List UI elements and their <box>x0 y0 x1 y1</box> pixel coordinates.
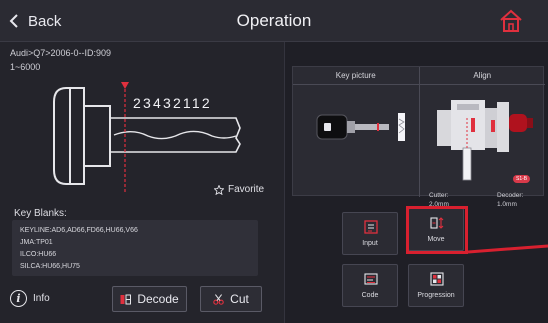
decode-label: Decode <box>137 292 179 306</box>
star-icon <box>214 184 224 195</box>
home-button[interactable] <box>498 8 524 34</box>
decode-icon <box>120 294 132 304</box>
scissors-icon <box>213 293 224 305</box>
key-picture-header: Key picture <box>335 71 376 80</box>
decoder-label: Decoder: <box>497 192 524 199</box>
align-diagram-image <box>437 100 533 181</box>
cut-button[interactable]: Cut <box>200 286 262 312</box>
home-icon <box>500 9 522 32</box>
input-button[interactable]: Input <box>342 212 398 255</box>
cut-code: 23432112 <box>133 95 212 111</box>
bottom-toolbar: i Info Decode Cut <box>0 282 284 323</box>
cut-label: Cut <box>230 292 249 306</box>
input-icon <box>364 220 378 234</box>
top-bar: Back Operation <box>0 0 548 42</box>
align-header: Align <box>418 67 546 84</box>
input-label: Input <box>362 240 378 247</box>
year-range: 1~6000 <box>10 62 41 72</box>
decoder-info: Decoder: 1.0mm <box>497 191 523 209</box>
slot-badge: S1-B <box>513 175 531 183</box>
key-blanks-label: Key Blanks: <box>14 208 67 219</box>
list-item: KEYLINE:AD6,AD66,FD66,HU66,V66 <box>20 227 138 234</box>
vehicle-path: Audi>Q7>2006-0--ID:909 <box>10 48 112 58</box>
code-icon <box>364 273 378 285</box>
key-blanks-list[interactable]: KEYLINE:AD6,AD66,FD66,HU66,V66 JMA:TP01 … <box>12 220 258 276</box>
panel-headers: Key picture Align <box>293 67 545 85</box>
key-detail-panel: Audi>Q7>2006-0--ID:909 1~6000 23432112 F… <box>0 42 284 323</box>
key-align-panel: Key picture Align S1-B Cutter: 2.0mm Dec… <box>292 66 545 208</box>
cutter-label: Cutter: <box>429 192 449 199</box>
list-item: SILCA:HU66,HU75 <box>20 263 80 270</box>
highlight-pointer <box>468 244 548 254</box>
info-button[interactable]: i Info <box>10 290 50 307</box>
decode-button[interactable]: Decode <box>112 286 187 312</box>
code-label: Code <box>361 292 379 299</box>
operation-panel: Key picture Align S1-B Cutter: 2.0mm Dec… <box>284 42 548 323</box>
decoder-value: 1.0mm <box>497 201 517 208</box>
page-title: Operation <box>236 11 312 30</box>
favorite-label: Favorite <box>228 184 265 195</box>
progression-icon <box>430 272 444 286</box>
favorite-button[interactable]: Favorite <box>214 184 264 195</box>
list-item: JMA:TP01 <box>20 239 53 246</box>
progression-label: Progression <box>417 292 455 299</box>
move-highlight <box>406 206 468 254</box>
key-picture-image <box>316 113 405 141</box>
info-icon: i <box>10 290 27 307</box>
list-item: ILCO:HU66 <box>20 251 57 258</box>
info-label: Info <box>33 293 50 304</box>
progression-button[interactable]: Progression <box>408 264 464 307</box>
code-button[interactable]: Code <box>342 264 398 307</box>
panel-divider <box>419 85 420 197</box>
